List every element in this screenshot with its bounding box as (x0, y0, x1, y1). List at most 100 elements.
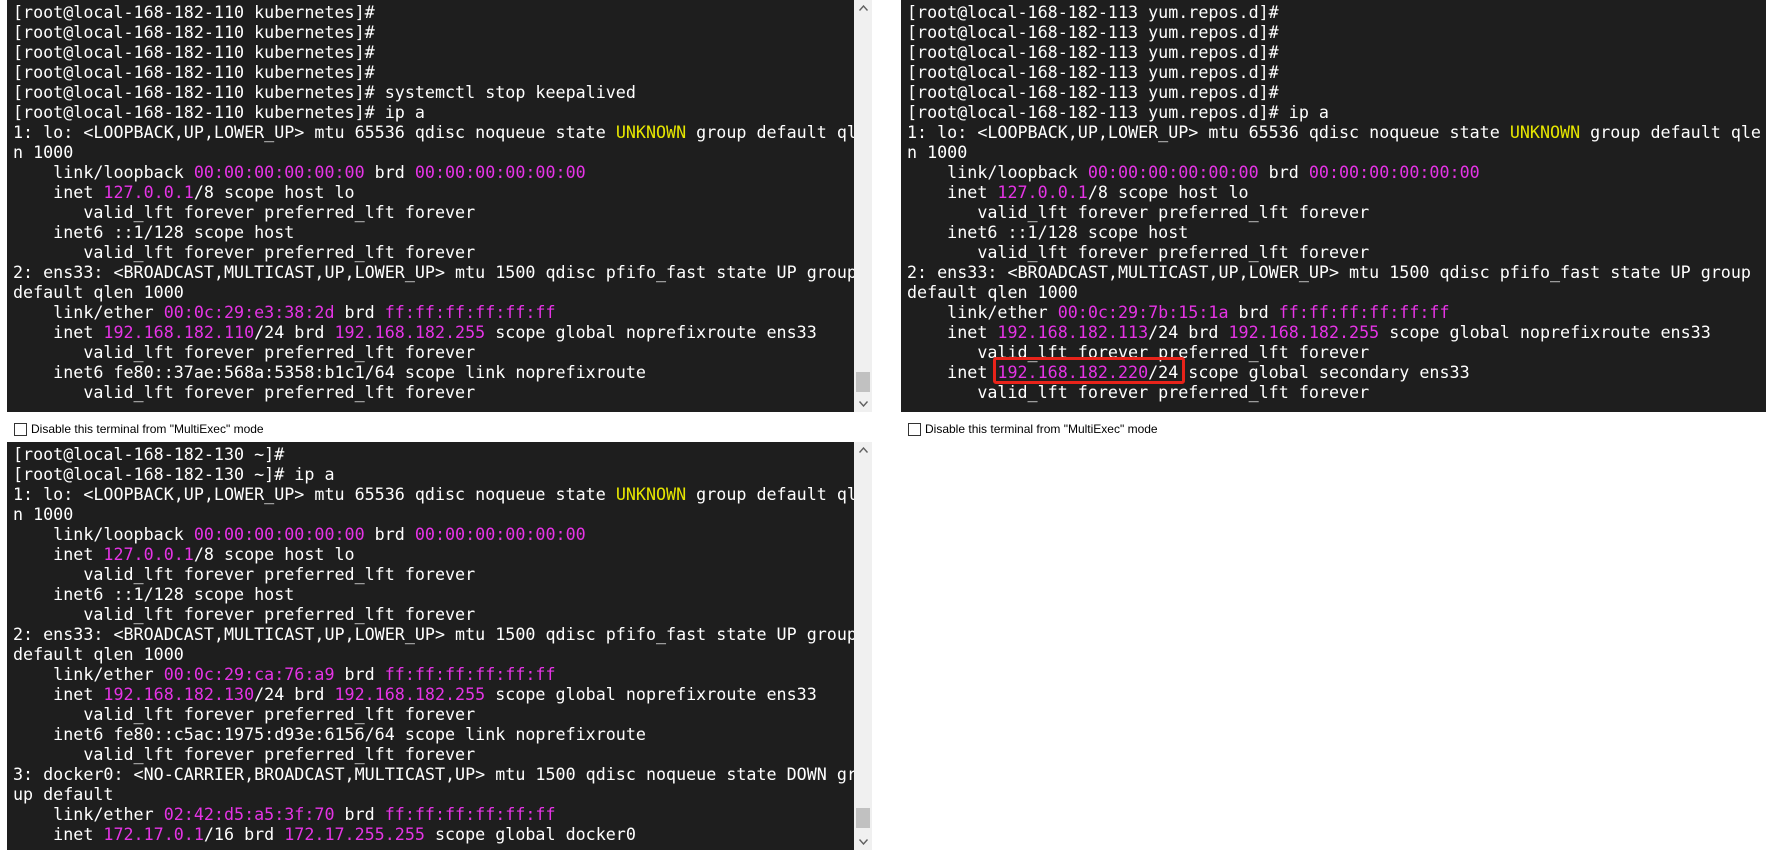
terminal-text: [root@local-168-182-110 kubernetes]# (13, 62, 375, 82)
terminal-line: link/ether 02:42:d5:a5:3f:70 brd ff:ff:f… (13, 804, 872, 824)
terminal-text: 1: lo: <LOOPBACK,UP,LOWER_UP> mtu 65536 … (907, 122, 1510, 142)
terminal-line: [root@local-168-182-113 yum.repos.d]# (907, 62, 1766, 82)
multiexec-checkbox[interactable] (14, 422, 27, 436)
terminal-line: link/loopback 00:00:00:00:00:00 brd 00:0… (13, 162, 872, 182)
terminal-text: 00:00:00:00:00:00 (193, 524, 365, 544)
terminal-113[interactable]: [root@local-168-182-113 yum.repos.d]# [ro… (901, 0, 1766, 412)
terminal-text: n 1000 (13, 504, 74, 524)
terminal-text: /8 scope host lo (1087, 182, 1249, 202)
terminal-line: inet 127.0.0.1/8 scope host lo (907, 182, 1766, 202)
terminal-line: [root@local-168-182-110 kubernetes]# ip … (13, 102, 872, 122)
terminal-110[interactable]: [root@local-168-182-110 kubernetes]# [roo… (7, 0, 872, 412)
terminal-line: [root@local-168-182-110 kubernetes]# (13, 62, 872, 82)
terminal-line: n 1000 (13, 142, 872, 162)
scroll-up-icon[interactable] (854, 0, 872, 16)
terminal-line: 1: lo: <LOOPBACK,UP,LOWER_UP> mtu 65536 … (13, 122, 872, 142)
terminal-text: default qlen 1000 (13, 644, 184, 664)
terminal-text: default qlen 1000 (13, 282, 184, 302)
terminal-text: 2: ens33: <BROADCAST,MULTICAST,UP,LOWER_… (907, 262, 1751, 282)
terminal-text: valid_lft forever preferred_lft forever (13, 242, 476, 262)
terminal-line: default qlen 1000 (13, 644, 872, 664)
terminal-text: brd (1228, 302, 1279, 322)
multiexec-toggle-113[interactable]: Disable this terminal from "MultiExec" m… (908, 420, 1158, 438)
terminal-line: inet 192.168.182.113/24 brd 192.168.182.… (907, 322, 1766, 342)
terminal-text: brd (334, 804, 385, 824)
terminal-line: link/loopback 00:00:00:00:00:00 brd 00:0… (907, 162, 1766, 182)
scroll-up-icon[interactable] (854, 442, 872, 458)
terminal-text: ff:ff:ff:ff:ff:ff (384, 664, 556, 684)
terminal-text: inet6 ::1/128 scope host (13, 584, 295, 604)
terminal-text: 00:0c:29:e3:38:2d (163, 302, 335, 322)
terminal-line: inet 127.0.0.1/8 scope host lo (13, 544, 872, 564)
terminal-output[interactable]: [root@local-168-182-130 ~]# [root@local-1… (7, 442, 872, 850)
terminal-line: 1: lo: <LOOPBACK,UP,LOWER_UP> mtu 65536 … (907, 122, 1766, 142)
terminal-text: [root@local-168-182-113 yum.repos.d]# (907, 82, 1279, 102)
terminal-text: [root@local-168-182-110 kubernetes]# (13, 2, 375, 22)
multiexec-label: Disable this terminal from "MultiExec" m… (925, 422, 1158, 436)
terminal-130[interactable]: [root@local-168-182-130 ~]# [root@local-1… (7, 442, 872, 850)
terminal-text: 192.168.182.113 (997, 322, 1149, 342)
terminal-line: inet6 ::1/128 scope host (13, 584, 872, 604)
terminal-text: n 1000 (907, 142, 968, 162)
terminal-text: valid_lft forever preferred_lft forever (907, 382, 1370, 402)
terminal-line: 3: docker0: <NO-CARRIER,BROADCAST,MULTIC… (13, 764, 872, 784)
terminal-text: 192.168.182.255 (334, 684, 486, 704)
terminal-text: /24 brd (1148, 322, 1229, 342)
terminal-line: inet6 ::1/128 scope host (907, 222, 1766, 242)
terminal-text: 3: docker0: <NO-CARRIER,BROADCAST,MULTIC… (13, 764, 867, 784)
scroll-thumb[interactable] (856, 808, 870, 828)
terminal-text: 192.168.182.255 (334, 322, 486, 342)
terminal-text: scope global noprefixroute ens33 (1379, 322, 1711, 342)
terminal-output[interactable]: [root@local-168-182-113 yum.repos.d]# [ro… (901, 0, 1766, 412)
terminal-text: /24 brd (254, 322, 335, 342)
terminal-line: inet6 ::1/128 scope host (13, 222, 872, 242)
terminal-line: link/ether 00:0c:29:7b:15:1a brd ff:ff:f… (907, 302, 1766, 322)
terminal-output[interactable]: [root@local-168-182-110 kubernetes]# [roo… (7, 0, 872, 412)
terminal-scrollbar[interactable] (854, 442, 872, 850)
terminal-text: default qlen 1000 (907, 282, 1078, 302)
terminal-text: inet (907, 182, 998, 202)
terminal-text: [root@local-168-182-110 kubernetes]# ip … (13, 102, 425, 122)
terminal-line: [root@local-168-182-113 yum.repos.d]# (907, 82, 1766, 102)
terminal-line: [root@local-168-182-113 yum.repos.d]# ip… (907, 102, 1766, 122)
terminal-text: 00:00:00:00:00:00 (1087, 162, 1259, 182)
terminal-line: inet 192.168.182.130/24 brd 192.168.182.… (13, 684, 872, 704)
terminal-line: valid_lft forever preferred_lft forever (13, 604, 872, 624)
scroll-thumb[interactable] (856, 372, 870, 392)
terminal-text: 192.168.182.220 (997, 362, 1149, 382)
terminal-text: [root@local-168-182-113 yum.repos.d]# (907, 42, 1279, 62)
terminal-text: valid_lft forever preferred_lft forever (13, 202, 476, 222)
terminal-text: 2: ens33: <BROADCAST,MULTICAST,UP,LOWER_… (13, 262, 857, 282)
terminal-text: link/loopback (13, 162, 194, 182)
terminal-text: ff:ff:ff:ff:ff:ff (1278, 302, 1450, 322)
multiexec-checkbox[interactable] (908, 422, 921, 436)
terminal-text: 00:00:00:00:00:00 (414, 524, 586, 544)
terminal-text: UNKNOWN (615, 484, 687, 504)
terminal-text: 1: lo: <LOOPBACK,UP,LOWER_UP> mtu 65536 … (13, 484, 616, 504)
terminal-text: group default qle (686, 122, 867, 142)
terminal-text: link/ether (907, 302, 1058, 322)
scroll-down-icon[interactable] (854, 396, 872, 412)
terminal-text: group default qle (1580, 122, 1761, 142)
terminal-text: 192.168.182.130 (103, 684, 255, 704)
terminal-text: brd (364, 162, 415, 182)
terminal-line: link/ether 00:0c:29:ca:76:a9 brd ff:ff:f… (13, 664, 872, 684)
terminal-text: ff:ff:ff:ff:ff:ff (384, 302, 556, 322)
terminal-line: [root@local-168-182-110 kubernetes]# (13, 2, 872, 22)
terminal-line: link/loopback 00:00:00:00:00:00 brd 00:0… (13, 524, 872, 544)
terminal-line: valid_lft forever preferred_lft forever (13, 242, 872, 262)
terminal-line: inet 127.0.0.1/8 scope host lo (13, 182, 872, 202)
terminal-line: inet6 fe80::37ae:568a:5358:b1c1/64 scope… (13, 362, 872, 382)
terminal-text: 172.17.0.1 (103, 824, 204, 844)
terminal-text: brd (334, 664, 385, 684)
terminal-line: 2: ens33: <BROADCAST,MULTICAST,UP,LOWER_… (13, 624, 872, 644)
scroll-down-icon[interactable] (854, 834, 872, 850)
terminal-text: valid_lft forever preferred_lft forever (907, 242, 1370, 262)
terminal-scrollbar[interactable] (854, 0, 872, 412)
terminal-line: default qlen 1000 (13, 282, 872, 302)
terminal-text: valid_lft forever preferred_lft forever (13, 382, 476, 402)
multiexec-toggle-110[interactable]: Disable this terminal from "MultiExec" m… (14, 420, 264, 438)
terminal-line: inet 172.17.0.1/16 brd 172.17.255.255 sc… (13, 824, 872, 844)
terminal-line: [root@local-168-182-130 ~]# ip a (13, 464, 872, 484)
terminal-text: link/loopback (13, 524, 194, 544)
